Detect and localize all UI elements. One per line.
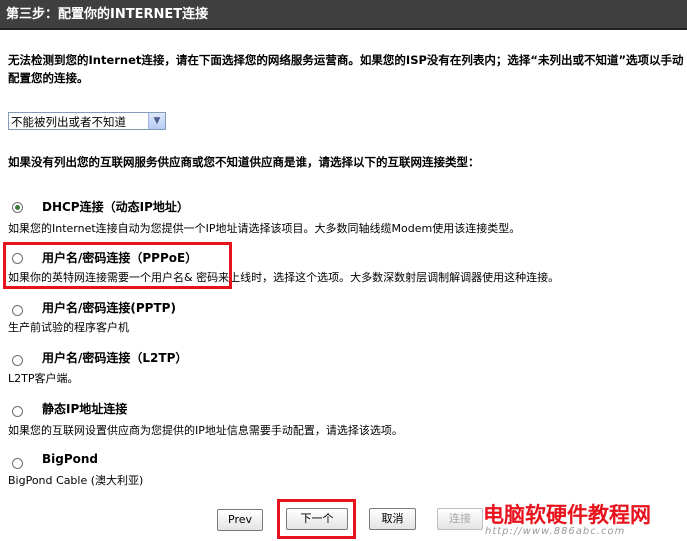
radio-static-ip[interactable] — [12, 406, 23, 417]
option-pptp: 用户名/密码连接(PPTP) 生产前试验的程序客户机 — [8, 298, 684, 338]
radio-dhcp[interactable] — [12, 202, 23, 213]
chevron-down-icon[interactable]: ▼ — [148, 113, 165, 129]
option-static-ip-label: 静态IP地址连接 — [42, 402, 128, 416]
watermark-url: http://www.886abc.com — [485, 526, 626, 537]
option-dhcp-label: DHCP连接（动态IP地址） — [42, 200, 189, 214]
isp-select[interactable]: 不能被列出或者不知道 ▼ — [8, 112, 166, 130]
radio-bigpond[interactable] — [12, 458, 23, 469]
cancel-button[interactable]: 取消 — [369, 508, 416, 530]
option-pptp-description: 生产前试验的程序客户机 — [8, 321, 129, 334]
page-title: 第三步：配置你的INTERNET连接 — [0, 0, 687, 30]
connection-type-prompt: 如果没有列出您的互联网服务供应商或您不知道供应商是谁，请选择以下的互联网连接类型… — [8, 155, 480, 169]
watermark-text: 电脑软硬件教程网 — [483, 503, 651, 527]
option-pptp-label: 用户名/密码连接(PPTP) — [42, 301, 176, 315]
option-static-ip-description: 如果您的互联网设置供应商为您提供的IP地址信息需要手动配置，请选择该选项。 — [8, 424, 403, 437]
pppoe-highlight-box — [3, 242, 232, 289]
option-dhcp-description: 如果您的Internet连接自动为您提供一个IP地址请选择该项目。大多数同轴线缆… — [8, 222, 521, 235]
option-bigpond: BigPond BigPond Cable (澳大利亚) — [8, 451, 684, 491]
prev-button[interactable]: Prev — [217, 509, 263, 531]
option-l2tp-description: L2TP客户端。 — [8, 372, 79, 385]
intro-text: 无法检测到您的Internet连接，请在下面选择您的网络服务运营商。如果您的IS… — [8, 53, 684, 85]
radio-l2tp[interactable] — [12, 355, 23, 366]
option-bigpond-label: BigPond — [42, 452, 99, 466]
option-dhcp: DHCP连接（动态IP地址） 如果您的Internet连接自动为您提供一个IP地… — [8, 194, 684, 235]
radio-pptp[interactable] — [12, 305, 23, 316]
option-bigpond-description: BigPond Cable (澳大利亚) — [8, 474, 144, 487]
next-button[interactable]: 下一个 — [286, 508, 348, 530]
option-l2tp-label: 用户名/密码连接（L2TP） — [42, 351, 188, 365]
connect-button: 连接 — [437, 508, 483, 530]
option-l2tp: 用户名/密码连接（L2TP） L2TP客户端。 — [8, 348, 684, 388]
option-static-ip: 静态IP地址连接 如果您的互联网设置供应商为您提供的IP地址信息需要手动配置，请… — [8, 399, 684, 439]
isp-select-value: 不能被列出或者不知道 — [11, 115, 126, 129]
